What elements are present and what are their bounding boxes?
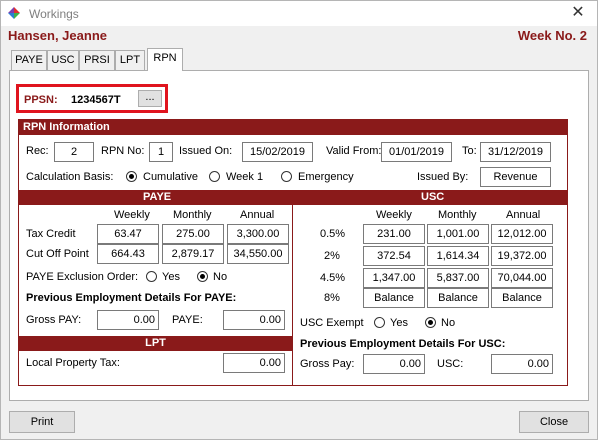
to-field[interactable]: 31/12/2019 bbox=[480, 142, 551, 162]
ppsn-lookup-button[interactable]: ... bbox=[138, 90, 162, 107]
usc-band-05-weekly[interactable]: 231.00 bbox=[363, 224, 425, 244]
valid-from-label: Valid From: bbox=[326, 145, 382, 157]
workings-window: Workings ✕ Hansen, Jeanne Week No. 2 PAY… bbox=[0, 0, 598, 440]
usc-usc-label: USC: bbox=[437, 358, 464, 370]
cut-off-label: Cut Off Point bbox=[26, 248, 89, 260]
title-bar: Workings ✕ bbox=[1, 1, 597, 26]
cut-off-monthly[interactable]: 2,879.17 bbox=[162, 244, 224, 264]
rpn-tab-panel: PPSN: 1234567T ... RPN Information Rec: … bbox=[9, 70, 589, 401]
paye-exclusion-no-radio[interactable] bbox=[197, 271, 208, 282]
rpn-group: RPN Information Rec: 2 RPN No: 1 Issued … bbox=[18, 119, 568, 386]
lpt-label: Local Property Tax: bbox=[26, 357, 120, 369]
close-button[interactable]: Close bbox=[519, 411, 589, 433]
usc-exempt-label: USC Exempt bbox=[300, 317, 364, 329]
ppsn-box: PPSN: 1234567T ... bbox=[16, 84, 168, 113]
paye-col-monthly: Monthly bbox=[173, 209, 212, 221]
header: Hansen, Jeanne Week No. 2 bbox=[1, 26, 597, 48]
cut-off-weekly[interactable]: 664.43 bbox=[97, 244, 159, 264]
rec-label: Rec: bbox=[26, 145, 49, 157]
usc-band-45-annual[interactable]: 70,044.00 bbox=[491, 268, 553, 288]
basis-week1-radio[interactable] bbox=[209, 171, 220, 182]
calc-basis-label: Calculation Basis: bbox=[26, 171, 114, 183]
issued-on-field[interactable]: 15/02/2019 bbox=[242, 142, 313, 162]
usc-col-monthly: Monthly bbox=[438, 209, 477, 221]
app-icon bbox=[8, 7, 20, 19]
tab-lpt[interactable]: LPT bbox=[115, 50, 145, 70]
usc-band-05-annual[interactable]: 12,012.00 bbox=[491, 224, 553, 244]
issued-by-field[interactable]: Revenue bbox=[480, 167, 551, 187]
close-icon[interactable]: ✕ bbox=[569, 4, 587, 22]
usc-gross-pay-field[interactable]: 0.00 bbox=[363, 354, 425, 374]
tax-credit-monthly[interactable]: 275.00 bbox=[162, 224, 224, 244]
rec-field[interactable]: 2 bbox=[54, 142, 94, 162]
issued-on-label: Issued On: bbox=[179, 145, 233, 157]
usc-prev-header: Previous Employment Details For USC: bbox=[300, 338, 506, 350]
window-title: Workings bbox=[29, 7, 79, 21]
paye-header: PAYE bbox=[143, 191, 172, 203]
basis-cumulative-label: Cumulative bbox=[143, 171, 199, 183]
paye-paye-field[interactable]: 0.00 bbox=[223, 310, 285, 330]
paye-exclusion-yes-label: Yes bbox=[162, 271, 180, 283]
basis-cumulative-radio[interactable] bbox=[126, 171, 137, 182]
usc-usc-field[interactable]: 0.00 bbox=[491, 354, 553, 374]
paye-paye-label: PAYE: bbox=[172, 314, 203, 326]
paye-exclusion-no-label: No bbox=[213, 271, 228, 283]
usc-band-8-annual[interactable]: Balance bbox=[491, 288, 553, 308]
rpn-header: RPN Information bbox=[19, 120, 567, 135]
usc-exempt-yes-radio[interactable] bbox=[374, 317, 385, 328]
tab-prsi[interactable]: PRSI bbox=[79, 50, 115, 70]
print-button[interactable]: Print bbox=[9, 411, 75, 433]
paye-col-annual: Annual bbox=[240, 209, 275, 221]
usc-band-2-monthly[interactable]: 1,614.34 bbox=[427, 246, 489, 266]
usc-exempt-no-label: No bbox=[441, 317, 456, 329]
paye-gross-pay-label: Gross PAY: bbox=[26, 314, 82, 326]
usc-band-45-label: 4.5% bbox=[320, 272, 346, 284]
usc-col-annual: Annual bbox=[506, 209, 541, 221]
usc-band-05-monthly[interactable]: 1,001.00 bbox=[427, 224, 489, 244]
tax-credit-weekly[interactable]: 63.47 bbox=[97, 224, 159, 244]
usc-band-2-weekly[interactable]: 372.54 bbox=[363, 246, 425, 266]
week-number: Week No. 2 bbox=[517, 28, 587, 43]
usc-col-weekly: Weekly bbox=[376, 209, 412, 221]
paye-exclusion-yes-radio[interactable] bbox=[146, 271, 157, 282]
tab-usc[interactable]: USC bbox=[47, 50, 79, 70]
ppsn-label: PPSN: bbox=[24, 94, 58, 106]
basis-week1-label: Week 1 bbox=[226, 171, 264, 183]
tab-rpn[interactable]: RPN bbox=[147, 48, 183, 71]
usc-band-45-monthly[interactable]: 5,837.00 bbox=[427, 268, 489, 288]
usc-band-45-weekly[interactable]: 1,347.00 bbox=[363, 268, 425, 288]
basis-emergency-label: Emergency bbox=[298, 171, 354, 183]
paye-exclusion-label: PAYE Exclusion Order: bbox=[26, 271, 139, 283]
tax-credit-annual[interactable]: 3,300.00 bbox=[227, 224, 289, 244]
basis-emergency-radio[interactable] bbox=[281, 171, 292, 182]
to-label: To: bbox=[462, 145, 477, 157]
lpt-field[interactable]: 0.00 bbox=[223, 353, 285, 373]
valid-from-field[interactable]: 01/01/2019 bbox=[381, 142, 452, 162]
paye-usc-header-bar bbox=[19, 190, 567, 205]
section-divider bbox=[292, 205, 293, 385]
ppsn-value: 1234567T bbox=[71, 94, 121, 106]
tab-paye[interactable]: PAYE bbox=[11, 50, 47, 70]
usc-gross-pay-label: Gross Pay: bbox=[300, 358, 355, 370]
lpt-header: LPT bbox=[19, 336, 292, 351]
usc-band-05-label: 0.5% bbox=[320, 228, 346, 240]
usc-exempt-no-radio[interactable] bbox=[425, 317, 436, 328]
tax-credit-label: Tax Credit bbox=[26, 228, 76, 240]
usc-band-8-monthly[interactable]: Balance bbox=[427, 288, 489, 308]
usc-band-2-annual[interactable]: 19,372.00 bbox=[491, 246, 553, 266]
paye-prev-header: Previous Employment Details For PAYE: bbox=[26, 292, 237, 304]
paye-col-weekly: Weekly bbox=[114, 209, 150, 221]
issued-by-label: Issued By: bbox=[417, 171, 469, 183]
usc-header: USC bbox=[421, 191, 445, 203]
usc-band-8-label: 8% bbox=[324, 292, 340, 304]
usc-band-8-weekly[interactable]: Balance bbox=[363, 288, 425, 308]
usc-band-2-label: 2% bbox=[324, 250, 340, 262]
paye-gross-pay-field[interactable]: 0.00 bbox=[97, 310, 159, 330]
rpn-no-label: RPN No: bbox=[101, 145, 145, 157]
rpn-no-field[interactable]: 1 bbox=[149, 142, 173, 162]
cut-off-annual[interactable]: 34,550.00 bbox=[227, 244, 289, 264]
employee-name: Hansen, Jeanne bbox=[8, 28, 107, 43]
usc-exempt-yes-label: Yes bbox=[390, 317, 408, 329]
